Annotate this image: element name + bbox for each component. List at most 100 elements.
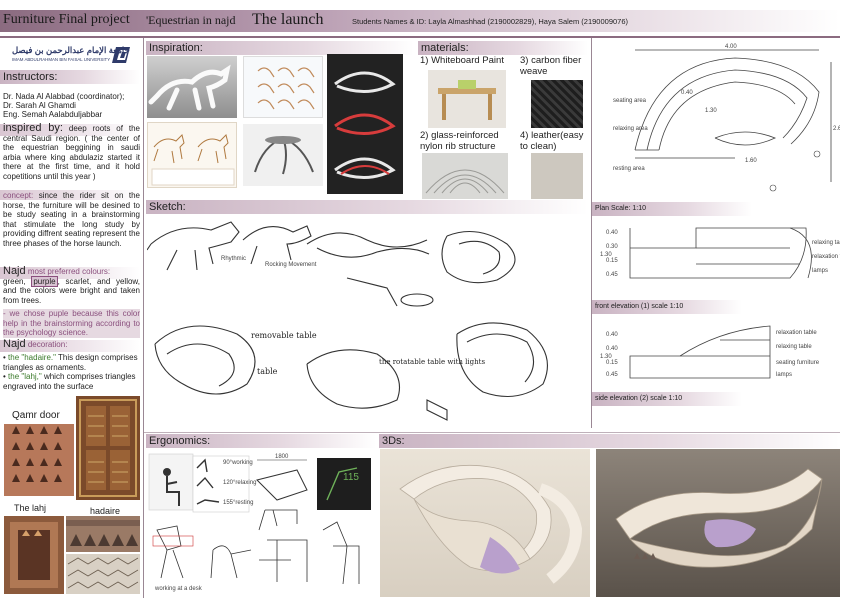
university-name-arabic: جامعة الإمام عبدالرحمن بن فيصل xyxy=(12,45,130,55)
header-divider xyxy=(0,36,840,38)
svg-text:0.15: 0.15 xyxy=(606,258,618,264)
svg-text:relaxing table: relaxing table xyxy=(812,240,840,246)
svg-text:0.40: 0.40 xyxy=(606,332,618,338)
position-120: 120°relaxing xyxy=(223,480,256,486)
sketch-panel: Rhythmic Rocking Movement removable tabl… xyxy=(146,214,587,430)
material-2-label: 2) glass-reinforced nylon rib structure xyxy=(420,130,499,152)
inspiration-ribbon-chair-dark xyxy=(327,54,403,194)
material-2-image xyxy=(422,153,508,199)
material-1-image xyxy=(428,70,506,128)
sketch-note-rotatable: the rotatable table with lights xyxy=(379,358,485,366)
material-3-image xyxy=(531,80,583,128)
decoration-suffix: decoration: xyxy=(25,340,68,349)
threeds-heading: 3Ds: xyxy=(379,434,840,448)
svg-text:0.45: 0.45 xyxy=(606,372,618,378)
svg-text:1.60: 1.60 xyxy=(745,158,757,164)
svg-text:0.30: 0.30 xyxy=(606,244,618,250)
svg-text:seating furniture: seating furniture xyxy=(776,360,820,366)
svg-text:lamps: lamps xyxy=(776,372,792,378)
svg-text:2.61: 2.61 xyxy=(833,126,840,132)
qamr-door-label: Qamr door xyxy=(12,410,60,421)
svg-text:resting area: resting area xyxy=(613,166,645,172)
svg-text:1.30: 1.30 xyxy=(705,108,717,114)
hadaire-image-1 xyxy=(66,516,140,552)
working-at-desk: working at a desk xyxy=(154,586,203,592)
render-3d-view-1 xyxy=(380,449,590,597)
purple-note: - we chose puple because this color help… xyxy=(3,309,140,338)
svg-text:relaxing area: relaxing area xyxy=(613,126,648,132)
right-column-divider xyxy=(591,38,592,428)
inspired-paragraph: inspired by: deep roots of the central S… xyxy=(3,122,140,182)
concept-label: concept: xyxy=(3,191,34,200)
material-3-label: 3) carbon fiber weave xyxy=(520,55,582,77)
svg-text:0.15: 0.15 xyxy=(606,360,618,366)
decoration-heading: Najd decoration: xyxy=(3,338,68,350)
page-subtitle-main: The launch xyxy=(252,11,324,28)
svg-text:4.00: 4.00 xyxy=(725,44,737,50)
colours-text-a: green, xyxy=(3,276,32,286)
material-1-label: 1) Whiteboard Paint xyxy=(420,55,504,66)
dim-1800: 1800 xyxy=(275,454,289,460)
svg-text:Rocking Movement: Rocking Movement xyxy=(265,262,317,268)
side-elevation-drawing: 0.40 0.40 0.15 0.45 1.30 relaxation table re… xyxy=(600,316,840,390)
inspiration-heading: Inspiration: xyxy=(146,41,414,55)
lahj-label: The lahj xyxy=(14,503,47,513)
svg-text:1.30: 1.30 xyxy=(600,354,612,360)
material-4-image xyxy=(531,153,583,199)
university-logo: جامعة الإمام عبدالرحمن بن فيصل IMAM ABDU… xyxy=(10,44,138,66)
deco2-name: the "lahj," xyxy=(8,372,42,381)
svg-text:relaxing table: relaxing table xyxy=(776,344,812,350)
front-elevation-drawing: 0.40 0.30 0.15 0.45 1.30 relaxing table rela… xyxy=(600,218,850,296)
carved-door-image xyxy=(76,396,140,500)
left-column-divider xyxy=(143,38,144,598)
svg-text:relaxation table: relaxation table xyxy=(812,254,840,260)
sketch-heading: Sketch: xyxy=(146,200,588,214)
lahj-image xyxy=(4,516,64,594)
hadaire-label: hadaire xyxy=(90,506,121,516)
concept-paragraph: concept: since the rider sit on the hors… xyxy=(3,191,140,249)
ergonomics-panel: 90°working 120°relaxing 155°resting 1800… xyxy=(147,450,375,596)
university-name-english: IMAM ABDULRAHMAN BIN FAISAL UNIVERSITY xyxy=(12,57,111,62)
ergonomics-heading: Ergonomics: xyxy=(146,434,376,448)
materials-heading: materials: xyxy=(418,41,588,55)
sketch-note-table: table xyxy=(257,367,278,376)
svg-text:0.40: 0.40 xyxy=(606,346,618,352)
inspiration-horse-photo xyxy=(147,56,237,118)
hadaire-image-2 xyxy=(66,554,140,594)
svg-text:relaxation table: relaxation table xyxy=(776,330,817,336)
page-subtitle-prefix: 'Equestrian in najd xyxy=(146,13,236,27)
inspiration-gait-chart xyxy=(243,56,323,118)
inspiration-horse-sketches xyxy=(147,122,237,188)
svg-text:Rhythmic: Rhythmic xyxy=(221,256,246,262)
instructors-heading: Instructors: xyxy=(0,70,140,84)
render-3d-view-2 xyxy=(596,449,840,597)
students-names: Students Names & ID: Layla Almashhad (21… xyxy=(352,17,629,26)
inspired-label: inspired by: xyxy=(3,122,63,134)
material-4-label: 4) leather(easy to clean) xyxy=(520,130,584,152)
inspiration-tripod-chair xyxy=(243,124,323,186)
plan-drawing: 4.00 2.61 1.30 0.40 seating area relaxin… xyxy=(595,42,845,198)
position-90: 90°working xyxy=(223,460,253,466)
position-155: 155°resting xyxy=(223,500,253,506)
sketch-note-removable: removable table xyxy=(251,331,317,340)
svg-text:0.40: 0.40 xyxy=(606,230,618,236)
svg-text:lamps: lamps xyxy=(812,268,828,274)
instructor-3: Eng. Semah Aalabduljabbar xyxy=(3,110,103,119)
decoration-item-1: • the "hadaire." This design comprises t… xyxy=(3,353,138,372)
deco1-name: the "hadaire." xyxy=(8,353,56,362)
svg-text:seating area: seating area xyxy=(613,98,647,104)
decoration-najd: Najd xyxy=(3,338,26,350)
page-title: Furniture Final project xyxy=(3,12,130,27)
qamr-door-image xyxy=(4,424,74,496)
colours-paragraph: Najd most preferred colours: green, purp… xyxy=(3,265,140,305)
decoration-item-2: • the "lahj," which comprises triangles … xyxy=(3,372,136,391)
purple-highlight: purple xyxy=(31,275,58,287)
side-elevation-heading: side elevation (2) scale 1:10 xyxy=(592,392,742,406)
svg-text:0.40: 0.40 xyxy=(681,90,693,96)
ergonomics-top-divider xyxy=(144,432,840,433)
front-elevation-heading: front elevation (1) scale 1:10 xyxy=(592,300,742,314)
najd-label: Najd xyxy=(3,265,26,277)
svg-text:1.30: 1.30 xyxy=(600,252,612,258)
svg-text:0.45: 0.45 xyxy=(606,272,618,278)
colours-label: most preferred colours: xyxy=(25,267,111,276)
